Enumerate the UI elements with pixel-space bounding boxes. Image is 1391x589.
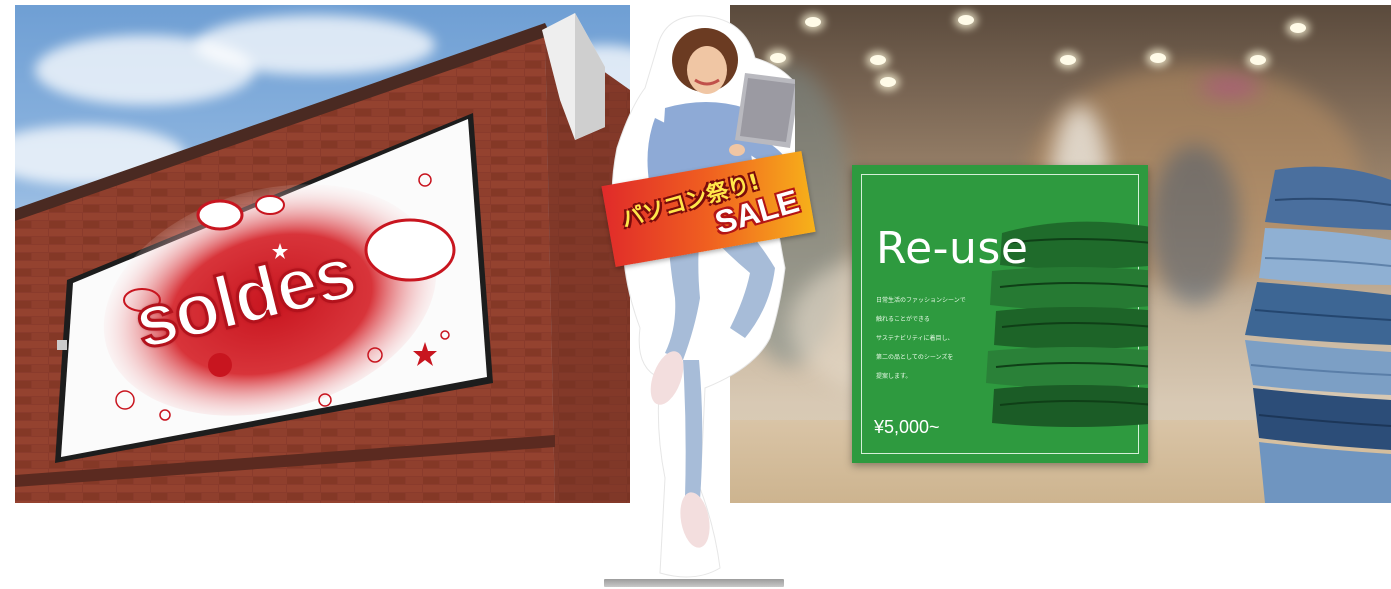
- ceiling-light: [870, 55, 886, 65]
- poster-body-line: 提案します。: [876, 374, 912, 380]
- poster-price: ¥5,000~: [874, 417, 940, 437]
- poster-body-line: 日常生活のファッションシーンで: [876, 298, 966, 304]
- poster-body-line: 触れることができる: [876, 317, 930, 323]
- blurred-sign: [1200, 77, 1260, 97]
- ceiling-light: [958, 15, 974, 25]
- ceiling-light: [1060, 55, 1076, 65]
- poster-title: Re-use: [876, 223, 1029, 274]
- poster-body-line: サステナビリティに着目し、: [876, 336, 954, 342]
- blurred-clothes: [1150, 145, 1240, 305]
- ceiling-light: [880, 77, 896, 87]
- poster-body: 日常生活のファッションシーンで 触れることができる サステナビリティに着目し、 …: [876, 292, 1026, 387]
- ceiling-light: [805, 17, 821, 27]
- ceiling-light: [1150, 53, 1166, 63]
- ceiling-light: [1250, 55, 1266, 65]
- reuse-poster: Re-use 日常生活のファッションシーンで 触れることができる サステナビリテ…: [852, 165, 1148, 463]
- woman-standee: [611, 15, 795, 578]
- poster-body-line: 第二の品としてのシーンズを: [876, 355, 954, 361]
- ceiling-light: [1290, 23, 1306, 33]
- storefront-photo: soldes: [15, 5, 630, 503]
- jeans-stack-image: [1245, 166, 1391, 503]
